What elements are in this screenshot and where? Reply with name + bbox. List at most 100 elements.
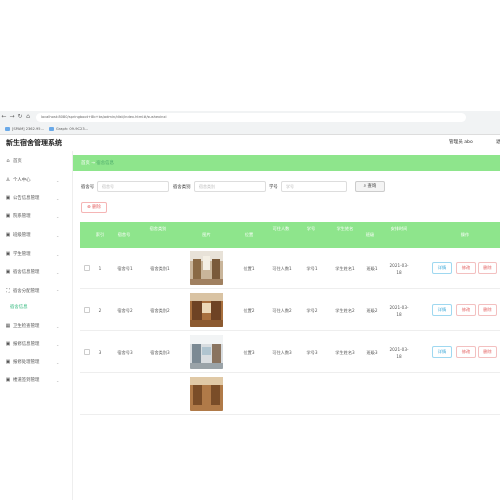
cell-dorm-no: 宿舍号1 [117, 265, 133, 271]
sidebar-item-label: 宿舍信息管理 [13, 270, 40, 275]
row-checkbox[interactable] [84, 349, 90, 355]
repair-icon: ▣ [5, 341, 11, 347]
header-index: 索引 [95, 232, 105, 237]
cell-capacity: 可住人数1 [272, 265, 292, 271]
back-icon[interactable]: ← [0, 113, 8, 121]
assign-icon: ⛶ [6, 288, 10, 294]
logout-link[interactable]: 退 [496, 139, 500, 145]
app-header: 新生宿舍管理系统 管理员 abo 退 [0, 136, 500, 150]
table-row: 1 宿舍号1 宿舍类别1 位置1 可住人数1 学号1 学生姓名1 班级1 202… [80, 248, 500, 289]
header-date: 安排时间 [390, 226, 408, 231]
dorm-no-label: 宿舍号 [81, 185, 95, 190]
sidebar-item-checkin[interactable]: ▣ 楼道签到管理 ⌄ [0, 373, 73, 387]
student-id-label: 学号 [269, 185, 278, 190]
sidebar-item-profile[interactable]: ♙ 个人中心 ⌄ [0, 173, 73, 187]
reload-icon[interactable]: ↻ [16, 113, 24, 121]
cell-dorm-no: 宿舍号3 [117, 349, 133, 355]
cell-index: 1 [98, 266, 102, 271]
bulletin-icon: ▣ [5, 195, 11, 201]
breadcrumb-separator: → [91, 161, 95, 166]
cell-class: 班级2 [366, 307, 378, 313]
delete-button[interactable]: 删除 [478, 262, 497, 274]
edit-button[interactable]: 修改 [456, 304, 476, 316]
chevron-down-icon: ⌄ [56, 341, 60, 347]
delete-button[interactable]: 删除 [478, 346, 497, 358]
table-header: 索引 宿舍号 宿舍类别 图片 位置 可住人数 学号 学生姓名 班级 安排时间 操… [80, 222, 500, 248]
cell-index: 3 [98, 350, 102, 355]
sidebar-item-label: 楼道签到管理 [13, 378, 40, 383]
cell-date: 2021-03- 18 [389, 304, 409, 317]
cell-dorm-type: 宿舍类别3 [150, 349, 170, 355]
cell-student-name: 学生姓名2 [335, 307, 355, 313]
detail-button[interactable]: 详情 [432, 304, 452, 316]
row-checkbox[interactable] [84, 265, 90, 271]
edit-button[interactable]: 修改 [456, 346, 476, 358]
dorm-photo[interactable] [190, 293, 223, 327]
sidebar-item-class[interactable]: ▣ 班级管理 ⌄ [0, 228, 73, 242]
cell-location: 位置2 [243, 307, 255, 313]
header-dorm-no: 宿舍号 [117, 232, 131, 237]
sidebar-subitem-dorm[interactable]: 宿舍信息 [10, 304, 28, 310]
delete-button[interactable]: 删除 [478, 304, 497, 316]
url-bar[interactable]: localhost:8080/springboot+8b+bs/admin/di… [36, 112, 466, 122]
sidebar-item-label: 公告信息管理 [13, 196, 40, 201]
dorm-no-input[interactable]: 宿舍号 [97, 181, 169, 192]
bookmark-item[interactable]: Graph: 09-9C23... [49, 127, 88, 131]
dorm-photo[interactable] [190, 251, 223, 285]
dorm-table: 索引 宿舍号 宿舍类别 图片 位置 可住人数 学号 学生姓名 班级 安排时间 操… [80, 222, 500, 500]
header-capacity: 可住人数 [272, 226, 290, 231]
chevron-down-icon: ⌄ [56, 195, 60, 201]
breadcrumb-home[interactable]: 首页 [81, 161, 90, 166]
admin-user[interactable]: 管理员 abo [449, 139, 473, 145]
cell-capacity: 可住人数3 [272, 349, 292, 355]
sidebar-item-hygiene[interactable]: ▦ 卫生检查管理 ⌄ [0, 319, 73, 333]
header-select [80, 222, 94, 248]
staff-icon: ▣ [5, 213, 11, 219]
search-icon: ⌕ [363, 184, 367, 189]
sidebar-item-bulletin[interactable]: ▣ 公告信息管理 ⌄ [0, 191, 73, 205]
breadcrumb-current: 宿舍信息 [96, 161, 114, 166]
row-checkbox[interactable] [84, 307, 90, 313]
sidebar-item-student[interactable]: ▣ 学生管理 ⌄ [0, 247, 73, 261]
sidebar-item-repair[interactable]: ▣ 报修信息管理 ⌄ [0, 337, 73, 351]
sidebar-item-label: 卫生检查管理 [13, 324, 40, 329]
bookmarks-bar: [SPAM] 2362.95... Graph: 09-9C23... [0, 124, 500, 134]
sidebar-item-label: 报修信息管理 [13, 342, 40, 347]
header-location: 位置 [244, 232, 254, 237]
header-image: 图片 [202, 232, 211, 237]
dorm-photo[interactable] [190, 335, 223, 369]
sidebar-item-department[interactable]: ▣ 院系管理 ⌄ [0, 209, 73, 223]
sidebar-item-dorm-assign[interactable]: ⛶ 宿舍分配管理 ⌃ [0, 284, 73, 298]
app-title: 新生宿舍管理系统 [6, 139, 62, 147]
home-nav-icon[interactable]: ⌂ [24, 113, 32, 121]
search-button[interactable]: ⌕ 查询 [355, 181, 385, 192]
detail-button[interactable]: 详情 [432, 346, 452, 358]
header-dorm-type: 宿舍类别 [149, 226, 167, 231]
cell-class: 班级1 [366, 265, 378, 271]
table-row: 3 宿舍号3 宿舍类别3 位置3 可住人数3 学号3 学生姓名3 班级3 202… [80, 332, 500, 373]
sidebar-item-home[interactable]: ⌂ 首页 [0, 154, 73, 168]
batch-delete-button[interactable]: ⊗ 删除 [81, 202, 107, 213]
forward-icon[interactable]: → [8, 113, 16, 121]
sidebar-item-repair-process[interactable]: ▣ 报修处理管理 ⌄ [0, 355, 73, 369]
student-id-input[interactable]: 学号 [281, 181, 347, 192]
sidebar-item-label: 院系管理 [13, 214, 31, 219]
detail-button[interactable]: 详情 [432, 262, 452, 274]
edit-button[interactable]: 修改 [456, 262, 476, 274]
class-icon: ▣ [5, 232, 11, 238]
table-row: 2 宿舍号2 宿舍类别2 位置2 可住人数2 学号2 学生姓名2 班级2 202… [80, 290, 500, 331]
cell-dorm-no: 宿舍号2 [117, 307, 133, 313]
header-class: 班级 [365, 232, 375, 237]
cell-location: 位置3 [243, 349, 255, 355]
sidebar-item-dorm-info[interactable]: ▣ 宿舍信息管理 ⌄ [0, 265, 73, 279]
sidebar-item-label: 宿舍分配管理 [13, 289, 40, 294]
header-student-id: 学号 [306, 226, 316, 231]
chevron-down-icon: ⌄ [56, 359, 60, 365]
dorm-photo[interactable] [190, 377, 223, 411]
chevron-down-icon: ⌄ [56, 177, 60, 183]
chevron-down-icon: ⌄ [56, 323, 60, 329]
cell-student-name: 学生姓名1 [335, 265, 355, 271]
bookmark-item[interactable]: [SPAM] 2362.95... [5, 127, 44, 131]
dorm-type-input[interactable]: 宿舍类别 [194, 181, 266, 192]
bookmark-icon [49, 127, 55, 131]
